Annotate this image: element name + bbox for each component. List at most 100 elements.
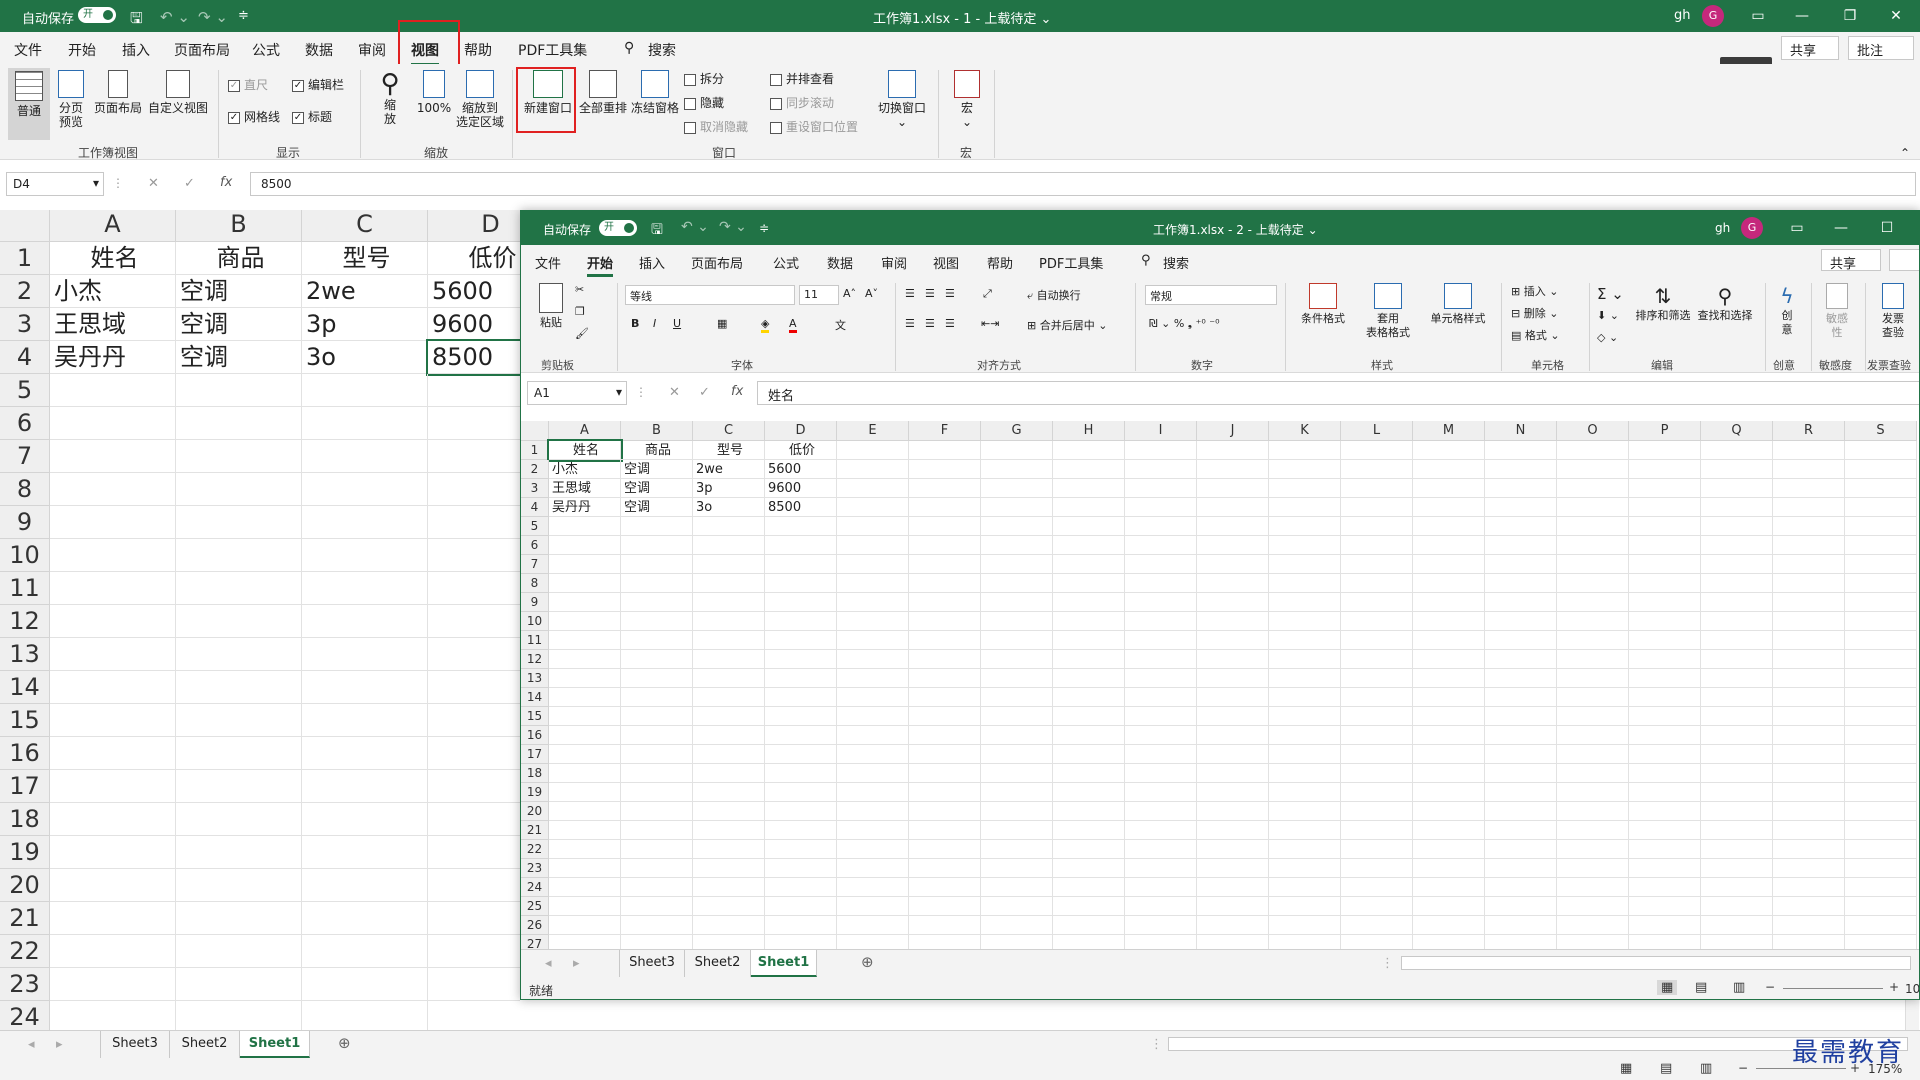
win2-cell[interactable]	[1125, 783, 1197, 802]
win2-cell[interactable]	[1485, 574, 1557, 593]
row-header[interactable]: 20	[0, 869, 50, 902]
cell[interactable]	[50, 869, 176, 902]
win2-cell[interactable]	[1557, 916, 1629, 935]
zoom-100-button[interactable]: 100%	[414, 70, 454, 115]
win2-cell[interactable]	[1845, 897, 1917, 916]
win2-cell[interactable]	[1701, 802, 1773, 821]
win2-cell[interactable]	[1269, 783, 1341, 802]
win2-cell[interactable]	[837, 745, 909, 764]
win2-cell[interactable]	[1197, 688, 1269, 707]
win2-column-header[interactable]: D	[765, 421, 837, 441]
cell[interactable]	[176, 506, 302, 539]
win2-cell[interactable]	[1125, 840, 1197, 859]
win2-merge-center-button[interactable]: ⊞ 合并后居中 ⌄	[1027, 317, 1107, 333]
win2-cell[interactable]	[981, 783, 1053, 802]
win2-cell[interactable]	[1413, 707, 1485, 726]
win2-cell[interactable]	[1413, 650, 1485, 669]
win2-cell[interactable]	[1701, 707, 1773, 726]
win2-cell[interactable]	[1557, 631, 1629, 650]
page-break-icon[interactable]: ▥	[1700, 1061, 1712, 1076]
win2-column-header[interactable]: P	[1629, 421, 1701, 441]
win2-cell[interactable]	[1701, 593, 1773, 612]
win2-maximize-icon[interactable]: ☐	[1867, 216, 1907, 240]
win2-cell[interactable]	[1197, 555, 1269, 574]
win2-cell[interactable]	[1557, 593, 1629, 612]
win2-cell[interactable]	[621, 669, 693, 688]
win2-cell[interactable]	[549, 669, 621, 688]
win2-cell[interactable]	[1485, 631, 1557, 650]
win2-cell[interactable]	[549, 517, 621, 536]
win2-cell[interactable]	[1485, 707, 1557, 726]
win2-cell[interactable]	[1845, 536, 1917, 555]
win2-cell[interactable]	[1413, 764, 1485, 783]
win2-cell[interactable]	[909, 783, 981, 802]
win2-menu-data[interactable]: 数据	[827, 253, 853, 272]
win2-cell[interactable]	[1053, 593, 1125, 612]
zoom-out-icon[interactable]: −	[1738, 1061, 1748, 1075]
win2-cell[interactable]	[1269, 859, 1341, 878]
win2-row-header[interactable]: 4	[521, 498, 549, 517]
win2-cell[interactable]	[909, 631, 981, 650]
win2-cell[interactable]	[1053, 802, 1125, 821]
win2-cell[interactable]	[1485, 726, 1557, 745]
win2-cell[interactable]	[1773, 764, 1845, 783]
win2-cell[interactable]: 空调	[621, 479, 693, 498]
win2-row-header[interactable]: 24	[521, 878, 549, 897]
cell[interactable]: 3p	[302, 308, 428, 341]
win2-cell[interactable]	[1773, 802, 1845, 821]
win2-cancel-icon[interactable]: ✕	[669, 385, 680, 400]
win2-cell[interactable]	[765, 878, 837, 897]
cell[interactable]	[302, 836, 428, 869]
cell[interactable]	[50, 704, 176, 737]
win2-cell[interactable]	[1197, 574, 1269, 593]
win2-cell[interactable]	[549, 783, 621, 802]
win2-cell[interactable]	[1629, 745, 1701, 764]
win2-window-title[interactable]: 工作簿1.xlsx - 2 - 上载待定 ⌄	[1153, 221, 1318, 238]
win2-cell[interactable]	[1485, 441, 1557, 460]
cell[interactable]	[50, 440, 176, 473]
win2-cell[interactable]	[1341, 460, 1413, 479]
win2-cell[interactable]: 3p	[693, 479, 765, 498]
headings-checkbox[interactable]: ✓ 标题	[292, 110, 332, 124]
win2-cell[interactable]	[1413, 669, 1485, 688]
win2-cell[interactable]	[1557, 840, 1629, 859]
enter-icon[interactable]: ✓	[184, 176, 195, 191]
win2-cell[interactable]	[1341, 631, 1413, 650]
minimize-icon[interactable]: —	[1782, 4, 1822, 28]
cell[interactable]	[428, 935, 520, 968]
cell[interactable]	[302, 968, 428, 1001]
win2-cell[interactable]	[1413, 479, 1485, 498]
win2-cell[interactable]	[1413, 441, 1485, 460]
win2-cell[interactable]	[1053, 517, 1125, 536]
win2-cell[interactable]	[1269, 498, 1341, 517]
win2-cell[interactable]	[693, 878, 765, 897]
win2-cell[interactable]	[1269, 441, 1341, 460]
win2-cell[interactable]	[1701, 460, 1773, 479]
win2-format-table-button[interactable]: 套用 表格格式	[1357, 283, 1419, 340]
menu-data[interactable]: 数据	[305, 40, 333, 60]
win2-cell[interactable]	[1197, 669, 1269, 688]
win2-cell[interactable]	[549, 916, 621, 935]
win2-cell[interactable]	[1773, 669, 1845, 688]
win2-cell[interactable]	[1845, 574, 1917, 593]
cell[interactable]	[50, 539, 176, 572]
win2-save-icon[interactable]: 🖫	[651, 219, 663, 243]
page-layout-button[interactable]: 页面布局	[92, 70, 144, 115]
win2-align-bottom-icon[interactable]: ☰	[945, 287, 955, 300]
win2-cell[interactable]	[1845, 479, 1917, 498]
win2-cell[interactable]	[1053, 916, 1125, 935]
sheet-tab-sheet3[interactable]: Sheet3	[100, 1031, 170, 1058]
win2-cell[interactable]	[1341, 498, 1413, 517]
win2-cell[interactable]	[837, 669, 909, 688]
win2-cell[interactable]	[1701, 916, 1773, 935]
formula-input[interactable]: 8500	[250, 172, 1916, 196]
win2-cell[interactable]	[1701, 745, 1773, 764]
win2-cell[interactable]	[1341, 726, 1413, 745]
cell[interactable]	[302, 440, 428, 473]
menu-file[interactable]: 文件	[14, 40, 42, 60]
win2-cell[interactable]	[549, 574, 621, 593]
cell[interactable]	[302, 869, 428, 902]
win2-cell[interactable]	[693, 764, 765, 783]
win2-cell[interactable]	[621, 916, 693, 935]
win2-cell[interactable]	[1125, 745, 1197, 764]
